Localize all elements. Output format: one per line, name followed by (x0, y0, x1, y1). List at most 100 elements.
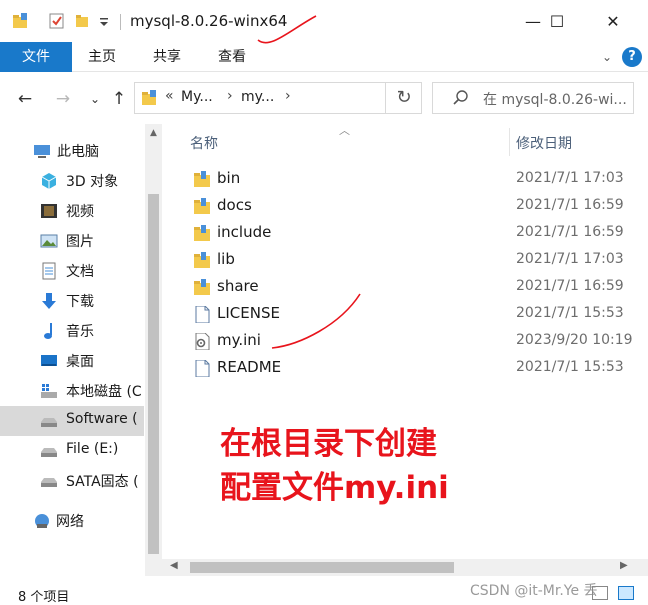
details-view-icon[interactable] (592, 586, 608, 600)
address-toolbar: ← → ⌄ ↑ « My... › my... › ↻ 在 mysql-8.0.… (0, 72, 648, 124)
title-separator (120, 14, 121, 30)
folder-app-icon[interactable] (12, 12, 30, 30)
maximize-button[interactable]: ☐ (534, 6, 580, 36)
sidebar-item-label: 下载 (66, 294, 94, 310)
forward-arrow-icon[interactable]: → (52, 88, 74, 110)
file-date: 2021/7/1 16:59 (516, 278, 624, 294)
search-icon (453, 90, 468, 105)
download-arrow-icon (42, 293, 56, 309)
drive-icon (41, 448, 57, 457)
file-date: 2021/7/1 17:03 (516, 170, 624, 186)
search-input[interactable]: 在 mysql-8.0.26-wi... (483, 89, 633, 109)
file-name: README (217, 358, 282, 376)
folder-icon (194, 279, 210, 295)
table-row[interactable]: docs 2021/7/1 16:59 (184, 193, 648, 220)
breadcrumb-item[interactable]: My... (181, 89, 213, 105)
sidebar-item-label: 文档 (66, 264, 94, 280)
tab-file[interactable]: 文件 (0, 42, 72, 72)
recent-dropdown-icon[interactable]: ⌄ (84, 88, 106, 110)
file-date: 2021/7/1 15:53 (516, 305, 624, 321)
sidebar-item-label: 网络 (56, 514, 84, 530)
file-name: include (217, 223, 272, 241)
tab-share[interactable]: 共享 (139, 42, 195, 72)
scroll-right-icon[interactable]: ▶ (620, 560, 628, 571)
file-name: bin (217, 169, 241, 187)
drive-icon (41, 478, 57, 487)
table-row[interactable]: lib 2021/7/1 17:03 (184, 247, 648, 274)
folder-icon (194, 225, 210, 241)
table-row[interactable]: share 2021/7/1 16:59 (184, 274, 648, 301)
up-arrow-icon[interactable]: ↑ (108, 88, 130, 110)
annotation-text: 在根目录下创建 配置文件my.ini (220, 422, 449, 510)
search-box[interactable]: 在 mysql-8.0.26-wi... (432, 82, 634, 114)
status-bar: 8 个项目 CSDN @it-Mr.Ye 丢 (0, 576, 648, 605)
file-date: 2023/9/20 10:19 (516, 332, 633, 348)
cube-3d-icon (41, 173, 57, 189)
settings-file-icon (195, 333, 210, 350)
scrollbar-thumb[interactable] (190, 562, 454, 573)
properties-icon[interactable] (48, 12, 66, 30)
tab-view[interactable]: 查看 (204, 42, 260, 72)
tab-home[interactable]: 主页 (74, 42, 130, 72)
column-date-header[interactable]: 修改日期 (516, 133, 572, 153)
sidebar-item-videos[interactable]: 视频 (0, 196, 144, 226)
file-date: 2021/7/1 16:59 (516, 197, 624, 213)
file-date: 2021/7/1 17:03 (516, 251, 624, 267)
annotation-line: 配置文件my.ini (220, 470, 449, 506)
chevron-down-icon[interactable]: ⌄ (598, 48, 616, 66)
sidebar-item-music[interactable]: 音乐 (0, 316, 144, 346)
folder-icon (194, 198, 210, 214)
sidebar-item-label: 视频 (66, 204, 94, 220)
horizontal-scrollbar[interactable]: ◀ ▶ (162, 559, 648, 576)
column-name-header[interactable]: 名称 (190, 133, 218, 153)
new-folder-icon[interactable] (74, 12, 92, 30)
table-row[interactable]: my.ini 2023/9/20 10:19 (184, 328, 648, 355)
sidebar-item-desktop[interactable]: 桌面 (0, 346, 144, 376)
item-count: 8 个项目 (18, 590, 70, 605)
sidebar-scrollbar[interactable]: ▲ (145, 124, 162, 576)
sidebar-item-label: 音乐 (66, 324, 94, 340)
sidebar-item-3d-objects[interactable]: 3D 对象 (0, 166, 144, 196)
large-icons-view-icon[interactable] (618, 586, 634, 600)
table-row[interactable]: LICENSE 2021/7/1 15:53 (184, 301, 648, 328)
column-divider[interactable] (509, 128, 510, 156)
sidebar-item-pictures[interactable]: 图片 (0, 226, 144, 256)
file-icon (195, 360, 210, 377)
navigation-pane: 此电脑 3D 对象 视频 图片 文档 下载 音乐 桌面 本地磁盘 (C Soft… (0, 124, 162, 576)
annotation-line: 在根目录下创建 (220, 426, 437, 462)
file-list: ︿ 名称 修改日期 bin 2021/7/1 17:03 docs 2021/7… (162, 124, 648, 576)
sidebar-item-label: 桌面 (66, 354, 94, 370)
scroll-left-icon[interactable]: ◀ (170, 560, 178, 571)
sidebar-item-label: SATA固态 ( (66, 474, 139, 490)
chevron-right-icon[interactable]: › (227, 88, 233, 104)
refresh-icon[interactable]: ↻ (385, 83, 422, 113)
table-row[interactable]: include 2021/7/1 16:59 (184, 220, 648, 247)
help-button[interactable]: ? (622, 47, 642, 67)
close-button[interactable]: ✕ (590, 6, 636, 36)
table-row[interactable]: bin 2021/7/1 17:03 (184, 166, 648, 193)
file-date: 2021/7/1 16:59 (516, 224, 624, 240)
breadcrumb-overflow[interactable]: « (165, 88, 174, 104)
address-bar[interactable]: « My... › my... › ↻ (134, 82, 422, 114)
sidebar-item-documents[interactable]: 文档 (0, 256, 144, 286)
folder-icon (194, 252, 210, 268)
sidebar-item-network[interactable]: 网络 (0, 506, 144, 536)
scroll-up-icon[interactable]: ▲ (145, 128, 162, 142)
chevron-right-icon[interactable]: › (285, 88, 291, 104)
sidebar-item-drive-c[interactable]: 本地磁盘 (C (0, 376, 144, 406)
network-icon (35, 514, 49, 528)
sidebar-item-label: 图片 (66, 234, 94, 250)
document-icon (42, 262, 56, 280)
table-row[interactable]: README 2021/7/1 15:53 (184, 355, 648, 382)
quick-access-dropdown-icon[interactable] (98, 12, 110, 30)
sidebar-item-drive-d[interactable]: Software ( (0, 406, 144, 436)
scrollbar-thumb[interactable] (148, 194, 159, 554)
sidebar-item-drive-sata[interactable]: SATA固态 ( (0, 466, 144, 496)
folder-icon (194, 171, 210, 187)
file-name: docs (217, 196, 252, 214)
breadcrumb-item[interactable]: my... (241, 89, 274, 105)
sidebar-item-downloads[interactable]: 下载 (0, 286, 144, 316)
back-arrow-icon[interactable]: ← (14, 88, 36, 110)
sidebar-item-this-pc[interactable]: 此电脑 (0, 136, 144, 166)
sidebar-item-drive-e[interactable]: File (E:) (0, 436, 144, 466)
